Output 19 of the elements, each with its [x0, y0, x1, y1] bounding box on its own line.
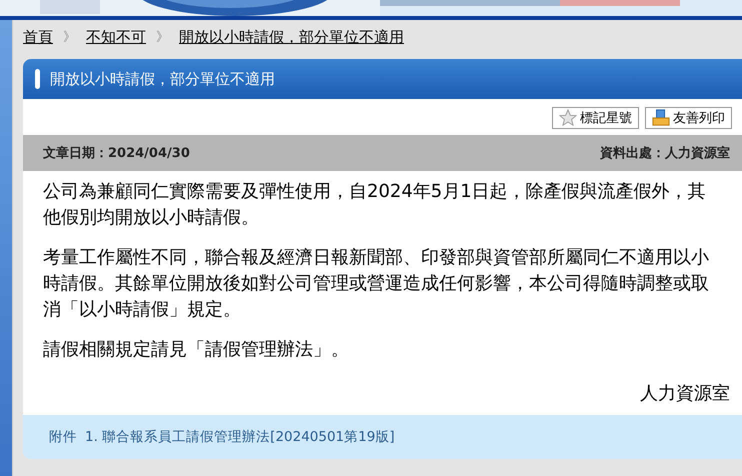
paragraph: 請假相關規定請見「請假管理辦法」。 [43, 338, 350, 362]
paragraph: 考量工作屬性不同，聯合報及經濟日報新聞部、印發部與資管部所屬同仁不適用以小時請假。其餘單位開放後如對公司管理或營運造成任何影響，本公司得隨時調整或取消「以小時請假」規定。 [43, 246, 710, 322]
toolbar-button[interactable]: 標記星號 [552, 107, 639, 129]
breadcrumb-link[interactable]: 不知不可 [86, 28, 146, 46]
title-marker-icon [35, 69, 40, 89]
article-date: 文章日期：2024/04/30 [43, 144, 190, 162]
article-title: 開放以小時請假，部分單位不適用 [50, 70, 275, 88]
toolbar-button[interactable]: 友善列印 [645, 107, 732, 129]
breadcrumb-link[interactable]: 開放以小時請假，部分單位不適用 [179, 28, 404, 46]
signature: 人力資源室 [639, 382, 730, 406]
printer-icon [652, 109, 670, 127]
breadcrumb-separator: 》 [63, 29, 76, 46]
star-icon [559, 109, 577, 127]
attachment-link[interactable]: 1. 聯合報系員工請假管理辦法[20240501第19版] [85, 428, 395, 446]
paragraph: 公司為兼顧同仁實際需要及彈性使用，自2024年5月1日起，除產假與流產假外，其他假別均開放以小時請假。 [43, 180, 707, 230]
attachment-label: 附件 [49, 428, 77, 446]
breadcrumb-separator: 》 [156, 29, 169, 46]
breadcrumb-link[interactable]: 首頁 [23, 28, 53, 46]
article-source: 資料出處：人力資源室 [600, 144, 730, 162]
